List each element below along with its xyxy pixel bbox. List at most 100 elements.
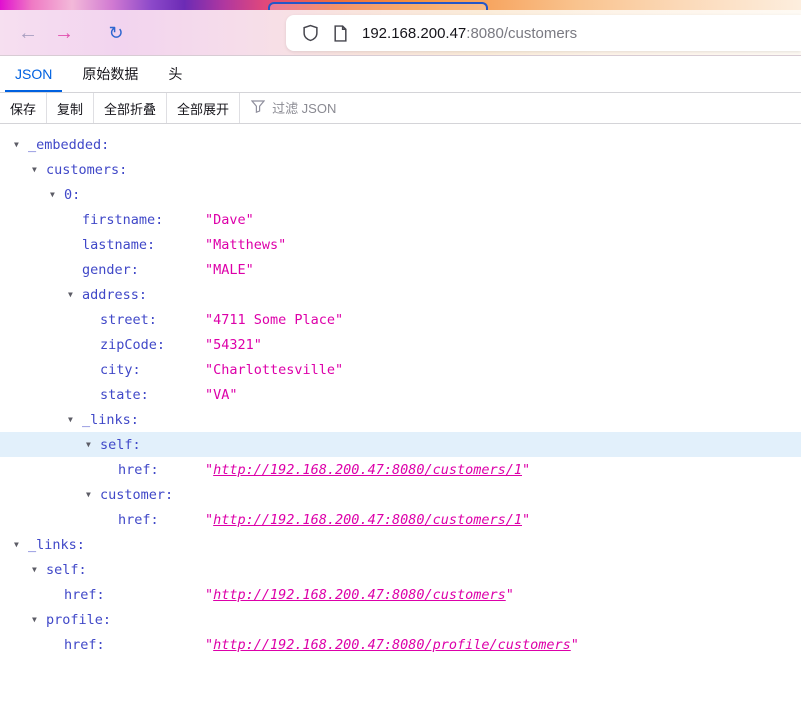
json-value: "MALE" xyxy=(205,261,254,278)
json-key: address xyxy=(82,286,139,303)
filter-box xyxy=(240,100,383,116)
key-colon: : xyxy=(150,511,159,528)
collapse-arrow-icon[interactable]: ▼ xyxy=(14,140,28,149)
json-key: self xyxy=(46,561,79,578)
key-colon: : xyxy=(132,436,141,453)
expand-all-button[interactable]: 全部展开 xyxy=(167,93,241,123)
collapse-arrow-icon[interactable]: ▼ xyxy=(32,565,46,574)
key-colon: : xyxy=(72,186,81,203)
collapse-arrow-icon[interactable]: ▼ xyxy=(32,615,46,624)
json-value: "http://192.168.200.47:8080/customers/1" xyxy=(205,461,531,478)
json-key: _links xyxy=(28,536,77,553)
key-colon: : xyxy=(156,336,166,353)
collapse-arrow-icon[interactable]: ▼ xyxy=(68,415,82,424)
json-tree-row[interactable]: ▼ _links: xyxy=(0,407,801,432)
key-colon: : xyxy=(130,261,139,278)
tab-strip-theme xyxy=(0,0,801,10)
json-tree-row[interactable]: href: "http://192.168.200.47:8080/custome… xyxy=(0,507,801,532)
json-value: "http://192.168.200.47:8080/profile/cust… xyxy=(205,636,579,653)
json-tree: ▼ _embedded: ▼ customers: ▼ 0: firstname: "Dave… xyxy=(0,124,801,657)
key-colon: : xyxy=(150,461,159,478)
back-icon[interactable]: ← xyxy=(12,17,44,49)
active-browser-tab[interactable] xyxy=(268,2,488,10)
json-key: state xyxy=(100,386,141,403)
json-link[interactable]: http://192.168.200.47:8080/profile/custo… xyxy=(213,637,571,653)
key-colon: : xyxy=(155,211,164,228)
key-colon: : xyxy=(130,411,139,428)
json-key: href xyxy=(64,586,97,603)
json-key: lastname xyxy=(82,236,148,253)
json-tree-row[interactable]: href: "http://192.168.200.47:8080/custome… xyxy=(0,457,801,482)
key-colon: : xyxy=(102,611,112,628)
json-tree-row[interactable]: street: "4711 Some Place" xyxy=(0,307,801,332)
collapse-arrow-icon[interactable]: ▼ xyxy=(32,165,46,174)
save-button[interactable]: 保存 xyxy=(0,93,48,123)
json-tree-row[interactable]: ▼ self: xyxy=(0,432,801,457)
json-tree-row[interactable]: lastname: "Matthews" xyxy=(0,232,801,257)
json-link[interactable]: http://192.168.200.47:8080/customers/1 xyxy=(213,462,522,478)
key-colon: : xyxy=(132,361,141,378)
json-tree-row[interactable]: ▼ _links: xyxy=(0,532,801,557)
json-key: customer xyxy=(100,486,166,503)
json-value: "http://192.168.200.47:8080/customers/1" xyxy=(205,511,531,528)
collapse-arrow-icon[interactable]: ▼ xyxy=(50,190,64,199)
json-tree-row[interactable]: ▼ customers: xyxy=(0,157,801,182)
collapse-arrow-icon[interactable]: ▼ xyxy=(86,440,100,449)
key-colon: : xyxy=(165,486,174,503)
tab-headers[interactable]: 头 xyxy=(153,56,197,92)
json-tree-row[interactable]: ▼ self: xyxy=(0,557,801,582)
json-tree-row[interactable]: ▼ customer: xyxy=(0,482,801,507)
key-colon: : xyxy=(119,161,128,178)
key-colon: : xyxy=(101,136,110,153)
json-key: customers xyxy=(46,161,120,178)
json-tree-row[interactable]: ▼ _embedded: xyxy=(0,132,801,157)
json-tree-row[interactable]: zipCode: "54321" xyxy=(0,332,801,357)
key-colon: : xyxy=(96,586,105,603)
url-host: 192.168.200.47 xyxy=(362,24,467,42)
json-tree-row[interactable]: href: "http://192.168.200.47:8080/profile… xyxy=(0,632,801,657)
browser-chrome: ← → ↻ 192.168.200.47:8080/customers xyxy=(0,0,801,56)
copy-button[interactable]: 复制 xyxy=(47,93,95,123)
collapse-arrow-icon[interactable]: ▼ xyxy=(14,540,28,549)
forward-icon[interactable]: → xyxy=(48,17,80,49)
json-key: href xyxy=(118,511,151,528)
shield-icon[interactable] xyxy=(302,24,319,42)
json-link[interactable]: http://192.168.200.47:8080/customers xyxy=(213,587,506,603)
json-value: "Matthews" xyxy=(205,236,287,253)
json-tree-row[interactable]: firstname: "Dave" xyxy=(0,207,801,232)
reload-icon[interactable]: ↻ xyxy=(100,17,132,49)
collapse-arrow-icon[interactable]: ▼ xyxy=(86,490,100,499)
navigation-bar: ← → ↻ 192.168.200.47:8080/customers xyxy=(0,10,801,56)
json-key: 0 xyxy=(64,186,73,203)
json-tree-row[interactable]: href: "http://192.168.200.47:8080/custome… xyxy=(0,582,801,607)
json-tree-row[interactable]: gender: "MALE" xyxy=(0,257,801,282)
json-value: "Dave" xyxy=(205,211,254,228)
collapse-arrow-icon[interactable]: ▼ xyxy=(68,290,82,299)
tab-raw-data[interactable]: 原始数据 xyxy=(67,56,153,92)
key-colon: : xyxy=(76,536,85,553)
collapse-all-button[interactable]: 全部折叠 xyxy=(94,93,168,123)
key-colon: : xyxy=(148,311,157,328)
url-path: :8080/customers xyxy=(466,24,578,42)
json-value: "54321" xyxy=(205,336,262,353)
json-tree-row[interactable]: state: "VA" xyxy=(0,382,801,407)
key-colon: : xyxy=(140,386,149,403)
json-tree-row[interactable]: city: "Charlottesville" xyxy=(0,357,801,382)
json-key: street xyxy=(100,311,149,328)
json-link[interactable]: http://192.168.200.47:8080/customers/1 xyxy=(213,512,522,528)
json-key: gender xyxy=(82,261,131,278)
json-viewer-tabs: JSON 原始数据 头 xyxy=(0,56,801,93)
json-toolbar: 保存 复制 全部折叠 全部展开 xyxy=(0,93,801,124)
tab-json[interactable]: JSON xyxy=(0,56,67,92)
json-tree-row[interactable]: ▼ address: xyxy=(0,282,801,307)
json-tree-row[interactable]: ▼ profile: xyxy=(0,607,801,632)
json-key: href xyxy=(64,636,97,653)
address-bar[interactable]: 192.168.200.47:8080/customers xyxy=(286,15,801,51)
json-key: _embedded xyxy=(28,136,102,153)
filter-json-input[interactable] xyxy=(272,100,383,116)
json-tree-row[interactable]: ▼ 0: xyxy=(0,182,801,207)
json-value: "4711 Some Place" xyxy=(205,311,344,328)
page-icon[interactable] xyxy=(333,24,348,42)
json-key: zipCode xyxy=(100,336,157,353)
key-colon: : xyxy=(78,561,87,578)
